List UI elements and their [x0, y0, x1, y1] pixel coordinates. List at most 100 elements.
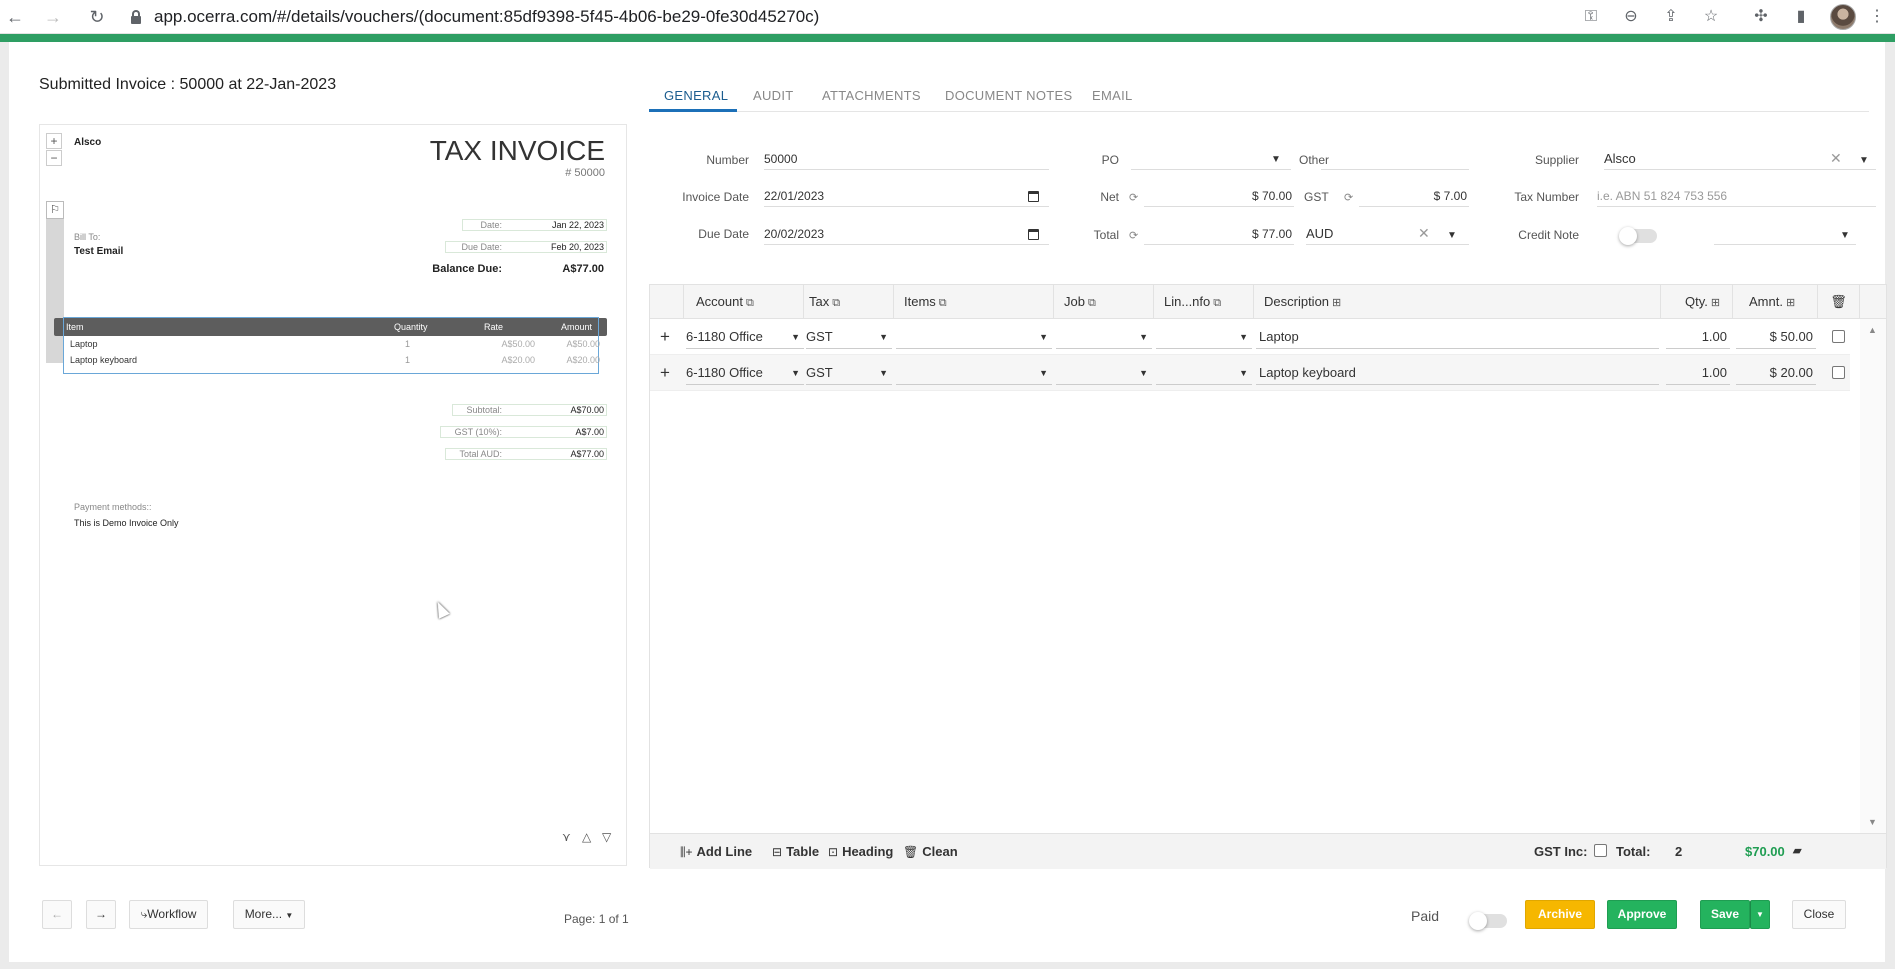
- workflow-button[interactable]: ⤷Workflow: [129, 900, 208, 929]
- page-down-icon[interactable]: ▽: [602, 830, 611, 844]
- tab-email[interactable]: EMAIL: [1092, 88, 1133, 103]
- scroll-down-icon[interactable]: ▼: [1868, 817, 1877, 827]
- tab-attachments[interactable]: ATTACHMENTS: [822, 88, 921, 103]
- tab-document-notes[interactable]: DOCUMENT NOTES: [945, 88, 1072, 103]
- clear-icon[interactable]: ✕: [1418, 225, 1430, 242]
- page-thumbnail-rail[interactable]: ⚐: [46, 201, 64, 363]
- copy-icon[interactable]: ⧉: [746, 297, 754, 309]
- items-select[interactable]: ▼: [896, 325, 1052, 349]
- row-checkbox[interactable]: [1832, 330, 1845, 343]
- clear-icon[interactable]: ✕: [1830, 150, 1842, 167]
- copy-icon[interactable]: ⧉: [939, 297, 947, 309]
- lineinfo-select[interactable]: ▼: [1156, 361, 1252, 385]
- gst-input[interactable]: $ 7.00: [1359, 185, 1469, 207]
- reload-icon[interactable]: ↻: [86, 6, 108, 28]
- chevron-down-icon[interactable]: ▼: [1447, 230, 1457, 241]
- forward-arrow-icon[interactable]: →: [42, 6, 64, 28]
- col-lineinfo-header[interactable]: Lin...nfo ⧉: [1154, 285, 1254, 319]
- amount-input[interactable]: $ 20.00: [1736, 361, 1816, 385]
- expand-row-icon[interactable]: +: [660, 319, 670, 355]
- fit-icon[interactable]: ⋎: [562, 830, 571, 844]
- number-input[interactable]: 50000: [764, 148, 1049, 170]
- due-date-input[interactable]: 20/02/2023: [764, 223, 1049, 245]
- total-input[interactable]: $ 77.00: [1144, 223, 1294, 245]
- clean-button[interactable]: 🗑 Clean: [903, 844, 958, 859]
- back-arrow-icon[interactable]: ←: [4, 6, 26, 28]
- other-input[interactable]: [1321, 148, 1469, 170]
- description-input[interactable]: Laptop keyboard: [1256, 361, 1659, 385]
- row-checkbox[interactable]: [1832, 366, 1845, 379]
- gst-inc-checkbox[interactable]: [1594, 844, 1607, 857]
- sync-icon[interactable]: ⟳: [1129, 191, 1138, 204]
- net-input[interactable]: $ 70.00: [1144, 185, 1294, 207]
- invoice-date-input[interactable]: 22/01/2023: [764, 185, 1049, 207]
- expand-icon[interactable]: ⊞: [1786, 297, 1795, 309]
- add-line-button[interactable]: ⫼+ Add Line: [680, 844, 752, 860]
- tax-select[interactable]: GST ▼: [806, 361, 892, 385]
- qty-input[interactable]: 1.00: [1666, 325, 1730, 349]
- account-select[interactable]: 6-1180 Office ▼: [686, 361, 804, 385]
- expand-icon[interactable]: ⊞: [1711, 297, 1720, 309]
- chevron-down-icon[interactable]: ▼: [1840, 230, 1850, 241]
- delete-all-icon[interactable]: 🗑: [1818, 285, 1860, 319]
- items-select[interactable]: ▼: [896, 361, 1052, 385]
- sync-icon[interactable]: ⟳: [1129, 229, 1138, 242]
- grid-scrollbar[interactable]: ▲ ▼: [1860, 319, 1886, 833]
- job-select[interactable]: ▼: [1056, 361, 1152, 385]
- currency-select[interactable]: AUD: [1306, 223, 1469, 245]
- table-button[interactable]: ⊟ Table: [772, 844, 819, 859]
- col-description-header[interactable]: Description ⊞: [1254, 285, 1661, 319]
- flag-icon[interactable]: ⚐: [46, 201, 64, 219]
- sidebar-icon[interactable]: ▮: [1790, 6, 1812, 28]
- profile-avatar[interactable]: [1830, 4, 1856, 30]
- page-up-icon[interactable]: △: [582, 830, 591, 844]
- heading-button[interactable]: ⊡ Heading: [828, 844, 893, 859]
- copy-icon[interactable]: ⧉: [1213, 297, 1221, 309]
- save-options-dropdown[interactable]: ▼: [1750, 900, 1770, 929]
- credit-note-toggle[interactable]: [1619, 227, 1657, 245]
- zoom-in-button[interactable]: +: [46, 133, 62, 149]
- col-qty-header[interactable]: Qty. ⊞: [1661, 285, 1733, 319]
- credit-note-select[interactable]: [1714, 223, 1856, 245]
- zoom-icon[interactable]: ⊖: [1620, 6, 1642, 28]
- col-items-header[interactable]: Items ⧉: [894, 285, 1054, 319]
- job-select[interactable]: ▼: [1056, 325, 1152, 349]
- address-bar[interactable]: app.ocerra.com/#/details/vouchers/(docum…: [130, 4, 1570, 30]
- zoom-out-button[interactable]: −: [46, 150, 62, 166]
- archive-button[interactable]: Archive: [1525, 900, 1595, 929]
- close-button[interactable]: Close: [1792, 900, 1846, 929]
- note-icon[interactable]: ▰: [1793, 844, 1801, 857]
- col-account-header[interactable]: Account ⧉: [684, 285, 804, 319]
- po-select[interactable]: [1131, 148, 1291, 170]
- paid-toggle[interactable]: [1469, 912, 1507, 930]
- col-amount-header[interactable]: Amnt. ⊞: [1733, 285, 1818, 319]
- next-button[interactable]: →: [86, 900, 116, 929]
- tax-number-input[interactable]: i.e. ABN 51 824 753 556: [1597, 185, 1876, 207]
- copy-icon[interactable]: ⧉: [1088, 297, 1096, 309]
- expand-row-icon[interactable]: +: [660, 355, 670, 391]
- tab-general[interactable]: GENERAL: [664, 88, 728, 103]
- col-tax-header[interactable]: Tax ⧉: [804, 285, 894, 319]
- chevron-down-icon[interactable]: ▼: [1859, 155, 1869, 166]
- expand-icon[interactable]: ⊞: [1332, 297, 1341, 309]
- tax-select[interactable]: GST ▼: [806, 325, 892, 349]
- calendar-icon[interactable]: [1028, 229, 1039, 240]
- approve-button[interactable]: Approve: [1607, 900, 1677, 929]
- key-icon[interactable]: ⚿: [1580, 6, 1602, 28]
- lineinfo-select[interactable]: ▼: [1156, 325, 1252, 349]
- copy-icon[interactable]: ⧉: [832, 297, 840, 309]
- chevron-down-icon[interactable]: ▼: [1271, 154, 1281, 165]
- calendar-icon[interactable]: [1028, 191, 1039, 202]
- scroll-up-icon[interactable]: ▲: [1868, 325, 1877, 335]
- account-select[interactable]: 6-1180 Office ▼: [686, 325, 804, 349]
- prev-button[interactable]: ←: [42, 900, 72, 929]
- description-input[interactable]: Laptop: [1256, 325, 1659, 349]
- menu-kebab-icon[interactable]: ⋮: [1866, 6, 1888, 28]
- qty-input[interactable]: 1.00: [1666, 361, 1730, 385]
- amount-input[interactable]: $ 50.00: [1736, 325, 1816, 349]
- share-icon[interactable]: ⇪: [1660, 6, 1682, 28]
- extensions-icon[interactable]: ✣: [1750, 6, 1772, 28]
- more-button[interactable]: More... ▼: [233, 900, 305, 929]
- sync-icon[interactable]: ⟳: [1344, 191, 1353, 204]
- col-job-header[interactable]: Job ⧉: [1054, 285, 1154, 319]
